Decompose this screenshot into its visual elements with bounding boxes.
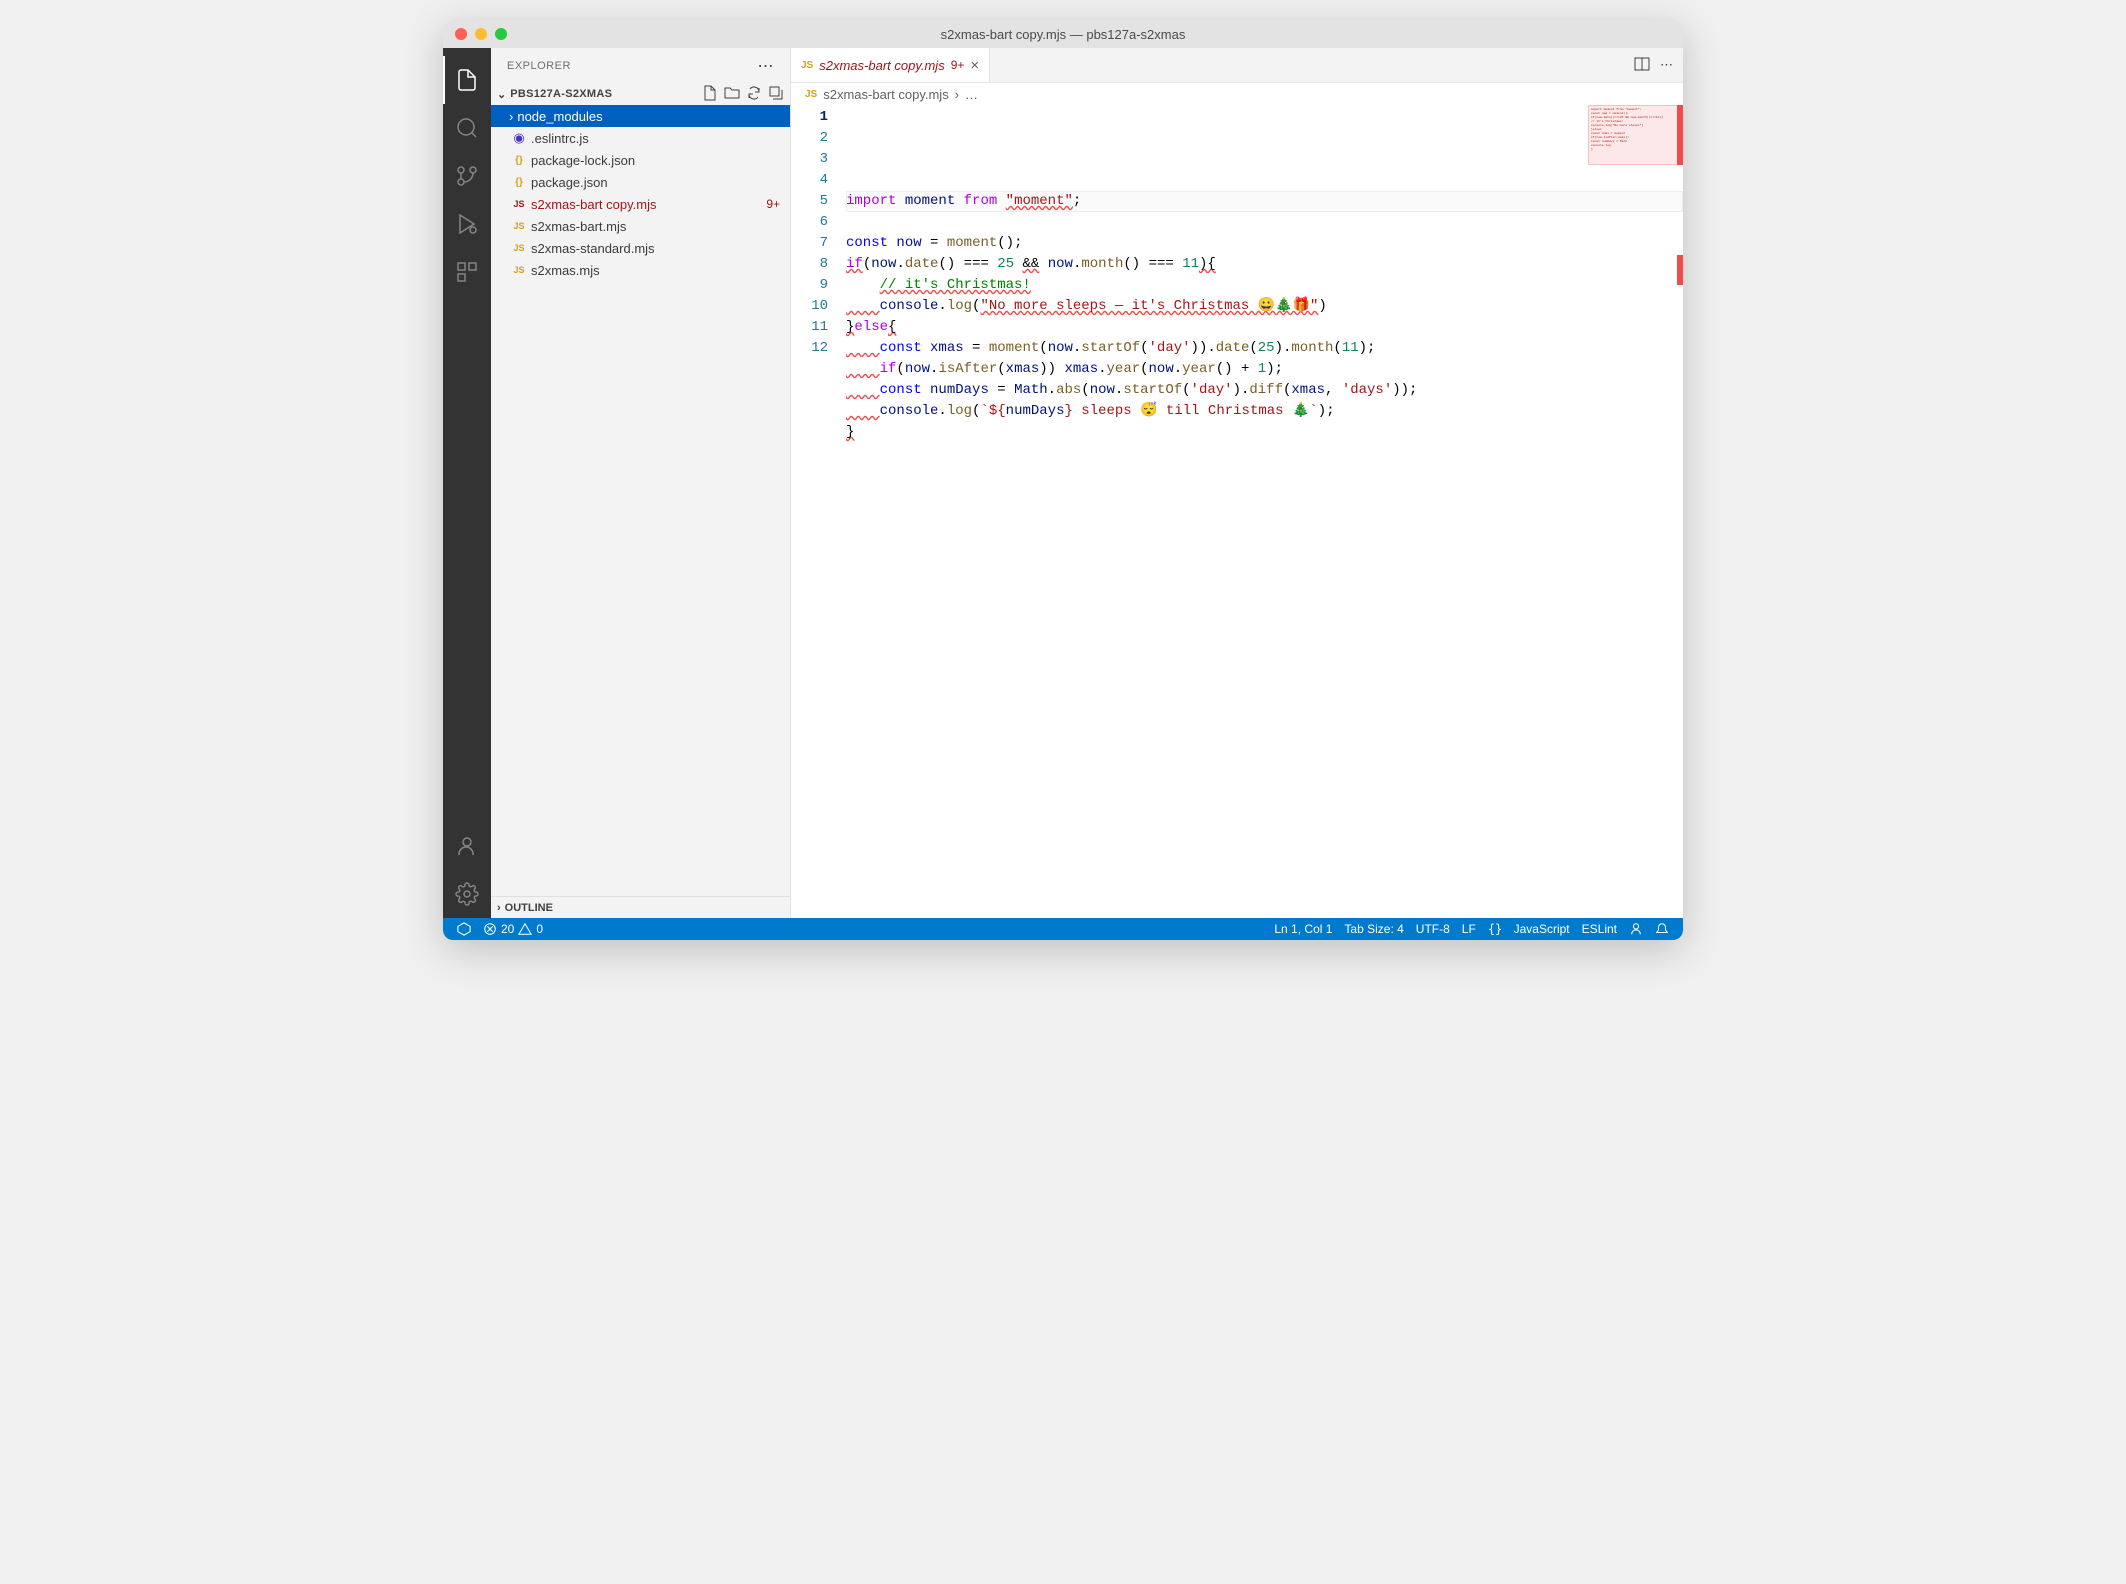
sidebar: EXPLORER ⋯ ⌄ PBS127A-S2XMAS › node_module… (491, 48, 791, 918)
new-file-icon[interactable] (702, 85, 718, 104)
chevron-right-icon: › (497, 902, 501, 914)
tree-item[interactable]: JSs2xmas-standard.mjs (491, 237, 790, 259)
js-file-icon: JS (509, 265, 529, 275)
explorer-icon[interactable] (443, 56, 491, 104)
file-label: package.json (531, 175, 780, 190)
tree-item[interactable]: JSs2xmas-bart copy.mjs9+ (491, 193, 790, 215)
feedback-icon[interactable] (1623, 918, 1649, 940)
close-tab-icon[interactable]: × (970, 57, 979, 74)
tab-badge: 9+ (951, 58, 965, 72)
minimap[interactable]: import moment from "moment";const now = … (1588, 105, 1683, 165)
collapse-all-icon[interactable] (768, 85, 784, 104)
json-file-icon: {} (509, 177, 529, 188)
notifications-icon[interactable] (1649, 918, 1675, 940)
js-file-icon: JS (509, 221, 529, 231)
chevron-right-icon: › (955, 87, 959, 102)
encoding[interactable]: UTF-8 (1410, 918, 1456, 940)
js-file-icon: JS (509, 199, 529, 209)
editor-body[interactable]: 123456789101112 import moment from "mome… (791, 105, 1683, 918)
new-folder-icon[interactable] (724, 85, 740, 104)
tree-item[interactable]: {}package.json (491, 171, 790, 193)
settings-gear-icon[interactable] (443, 870, 491, 918)
split-editor-icon[interactable] (1634, 56, 1650, 75)
file-label: s2xmas.mjs (531, 263, 780, 278)
js-file-icon: JS (801, 60, 813, 71)
file-label: package-lock.json (531, 153, 780, 168)
refresh-icon[interactable] (746, 85, 762, 104)
error-count: 20 (501, 922, 514, 936)
problems-indicator[interactable]: 20 0 (477, 918, 549, 940)
outline-section-header[interactable]: › OUTLINE (491, 896, 790, 918)
statusbar: 20 0 Ln 1, Col 1 Tab Size: 4 UTF-8 LF {}… (443, 918, 1683, 940)
tree-item[interactable]: JSs2xmas.mjs (491, 259, 790, 281)
window-title: s2xmas-bart copy.mjs — pbs127a-s2xmas (941, 27, 1186, 42)
breadcrumb-file: s2xmas-bart copy.mjs (823, 87, 948, 102)
sidebar-more-icon[interactable]: ⋯ (758, 56, 775, 76)
minimize-window[interactable] (475, 28, 487, 40)
editor-tab[interactable]: JS s2xmas-bart copy.mjs 9+ × (791, 48, 990, 82)
tab-label: s2xmas-bart copy.mjs (819, 58, 944, 73)
account-icon[interactable] (443, 822, 491, 870)
json-file-icon: {} (509, 155, 529, 166)
linter-status[interactable]: ESLint (1576, 918, 1623, 940)
extensions-icon[interactable] (443, 248, 491, 296)
line-gutter: 123456789101112 (791, 105, 846, 918)
eslint-icon: ◉ (509, 130, 529, 146)
project-name: PBS127A-S2XMAS (510, 88, 702, 100)
titlebar: s2xmas-bart copy.mjs — pbs127a-s2xmas (443, 20, 1683, 48)
tree-item[interactable]: JSs2xmas-bart.mjs (491, 215, 790, 237)
sidebar-title: EXPLORER (507, 60, 571, 72)
overview-ruler[interactable] (1677, 105, 1683, 295)
tree-item[interactable]: {}package-lock.json (491, 149, 790, 171)
more-actions-icon[interactable]: ⋯ (1660, 57, 1673, 73)
file-label: s2xmas-bart.mjs (531, 219, 780, 234)
tab-size[interactable]: Tab Size: 4 (1338, 918, 1409, 940)
run-debug-icon[interactable] (443, 200, 491, 248)
cursor-position[interactable]: Ln 1, Col 1 (1268, 918, 1338, 940)
code-content[interactable]: import moment from "moment";const now = … (846, 105, 1683, 918)
js-file-icon: JS (509, 243, 529, 253)
file-label: s2xmas-standard.mjs (531, 241, 780, 256)
language-mode[interactable]: {} JavaScript (1482, 918, 1576, 940)
js-file-icon: JS (805, 89, 817, 100)
close-window[interactable] (455, 28, 467, 40)
maximize-window[interactable] (495, 28, 507, 40)
file-label: node_modules (517, 109, 780, 124)
warning-count: 0 (536, 922, 543, 936)
source-control-icon[interactable] (443, 152, 491, 200)
project-section-header[interactable]: ⌄ PBS127A-S2XMAS (491, 83, 790, 105)
search-icon[interactable] (443, 104, 491, 152)
chevron-right-icon: › (509, 109, 513, 124)
tree-item[interactable]: ◉.eslintrc.js (491, 127, 790, 149)
outline-label: OUTLINE (505, 902, 553, 914)
editor-tabs: JS s2xmas-bart copy.mjs 9+ × ⋯ (791, 48, 1683, 83)
file-badge: 9+ (766, 197, 780, 211)
tree-item[interactable]: › node_modules (491, 105, 790, 127)
file-label: s2xmas-bart copy.mjs (531, 197, 766, 212)
remote-indicator[interactable] (451, 918, 477, 940)
eol[interactable]: LF (1456, 918, 1482, 940)
activity-bar (443, 48, 491, 918)
breadcrumb[interactable]: JS s2xmas-bart copy.mjs › … (791, 83, 1683, 105)
breadcrumb-rest: … (965, 87, 978, 102)
file-label: .eslintrc.js (531, 131, 780, 146)
chevron-down-icon: ⌄ (497, 88, 506, 101)
file-tree: ›node_modules◉.eslintrc.js{}package-lock… (491, 105, 790, 896)
